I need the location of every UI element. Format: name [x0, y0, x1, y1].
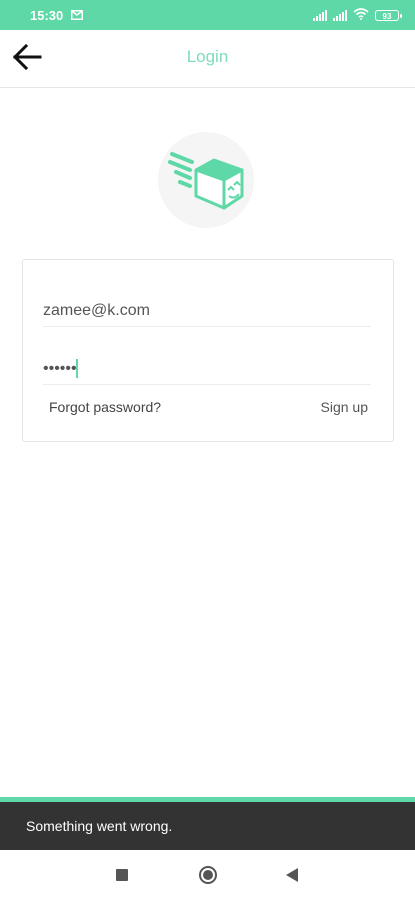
- system-nav-bar: [0, 850, 415, 900]
- password-field[interactable]: [43, 354, 371, 385]
- status-bar: 15:30 93: [0, 0, 415, 30]
- snackbar-message: Something went wrong.: [26, 818, 173, 834]
- app-bar: Login: [0, 30, 415, 88]
- delivery-box-icon: [166, 146, 246, 214]
- back-button[interactable]: [10, 42, 44, 76]
- square-icon[interactable]: [116, 869, 128, 881]
- mail-icon: [71, 8, 84, 23]
- sign-up-link[interactable]: Sign up: [321, 399, 368, 415]
- wifi-icon: [353, 7, 369, 23]
- text-cursor: [76, 359, 78, 378]
- email-field[interactable]: [43, 296, 371, 327]
- status-right: 93: [313, 7, 402, 23]
- signal-icon: [313, 9, 327, 21]
- arrow-left-icon: [12, 43, 42, 74]
- status-left: 15:30: [30, 7, 84, 23]
- error-snackbar: Something went wrong.: [0, 802, 415, 850]
- circle-home-icon[interactable]: [199, 866, 217, 884]
- status-time: 15:30: [30, 7, 64, 23]
- app-logo: [158, 132, 254, 228]
- forgot-password-link[interactable]: Forgot password?: [49, 399, 161, 415]
- battery-icon: 93: [375, 9, 402, 21]
- triangle-back-icon[interactable]: [286, 868, 298, 882]
- signal-icon-2: [333, 9, 347, 21]
- page-title: Login: [186, 47, 229, 66]
- login-card: Forgot password? Sign up: [22, 259, 394, 442]
